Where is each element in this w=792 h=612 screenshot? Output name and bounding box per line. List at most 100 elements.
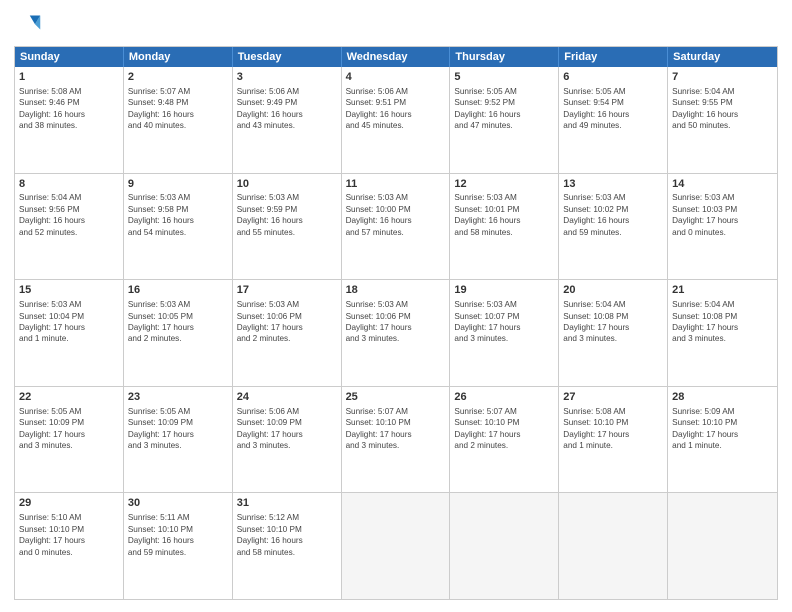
calendar-row-1: 8Sunrise: 5:04 AMSunset: 9:56 PMDaylight… — [15, 173, 777, 280]
cell-text: Sunrise: 5:04 AMSunset: 9:56 PMDaylight:… — [19, 192, 119, 238]
cell-text: Sunrise: 5:04 AMSunset: 10:08 PMDaylight… — [563, 299, 663, 345]
day-number: 28 — [672, 390, 773, 405]
cell-text: Sunrise: 5:06 AMSunset: 10:09 PMDaylight… — [237, 406, 337, 452]
calendar-cell: 14Sunrise: 5:03 AMSunset: 10:03 PMDaylig… — [668, 174, 777, 280]
calendar-cell: 26Sunrise: 5:07 AMSunset: 10:10 PMDaylig… — [450, 387, 559, 493]
cell-text: Sunrise: 5:07 AMSunset: 9:48 PMDaylight:… — [128, 86, 228, 132]
cell-text: Sunrise: 5:04 AMSunset: 10:08 PMDaylight… — [672, 299, 773, 345]
cell-text: Sunrise: 5:08 AMSunset: 10:10 PMDaylight… — [563, 406, 663, 452]
cell-text: Sunrise: 5:05 AMSunset: 10:09 PMDaylight… — [128, 406, 228, 452]
calendar: SundayMondayTuesdayWednesdayThursdayFrid… — [14, 46, 778, 600]
calendar-cell: 11Sunrise: 5:03 AMSunset: 10:00 PMDaylig… — [342, 174, 451, 280]
header — [14, 12, 778, 40]
cell-text: Sunrise: 5:05 AMSunset: 9:54 PMDaylight:… — [563, 86, 663, 132]
day-number: 1 — [19, 70, 119, 85]
cell-text: Sunrise: 5:03 AMSunset: 10:07 PMDaylight… — [454, 299, 554, 345]
day-number: 3 — [237, 70, 337, 85]
calendar-cell: 1Sunrise: 5:08 AMSunset: 9:46 PMDaylight… — [15, 67, 124, 173]
calendar-cell: 15Sunrise: 5:03 AMSunset: 10:04 PMDaylig… — [15, 280, 124, 386]
cell-text: Sunrise: 5:03 AMSunset: 10:03 PMDaylight… — [672, 192, 773, 238]
day-number: 19 — [454, 283, 554, 298]
calendar-cell — [668, 493, 777, 599]
day-number: 6 — [563, 70, 663, 85]
cell-text: Sunrise: 5:03 AMSunset: 10:06 PMDaylight… — [346, 299, 446, 345]
calendar-row-2: 15Sunrise: 5:03 AMSunset: 10:04 PMDaylig… — [15, 279, 777, 386]
calendar-cell: 24Sunrise: 5:06 AMSunset: 10:09 PMDaylig… — [233, 387, 342, 493]
header-day-saturday: Saturday — [668, 47, 777, 67]
calendar-cell: 25Sunrise: 5:07 AMSunset: 10:10 PMDaylig… — [342, 387, 451, 493]
day-number: 10 — [237, 177, 337, 192]
calendar-cell: 28Sunrise: 5:09 AMSunset: 10:10 PMDaylig… — [668, 387, 777, 493]
cell-text: Sunrise: 5:03 AMSunset: 10:00 PMDaylight… — [346, 192, 446, 238]
calendar-cell: 20Sunrise: 5:04 AMSunset: 10:08 PMDaylig… — [559, 280, 668, 386]
cell-text: Sunrise: 5:03 AMSunset: 10:06 PMDaylight… — [237, 299, 337, 345]
day-number: 20 — [563, 283, 663, 298]
cell-text: Sunrise: 5:07 AMSunset: 10:10 PMDaylight… — [454, 406, 554, 452]
day-number: 24 — [237, 390, 337, 405]
calendar-row-3: 22 Sunrise: 5:05 AMSunset: 10:09 PMDaylig… — [15, 386, 777, 493]
calendar-cell: 21Sunrise: 5:04 AMSunset: 10:08 PMDaylig… — [668, 280, 777, 386]
cell-text: Sunrise: 5:10 AMSunset: 10:10 PMDaylight… — [19, 512, 119, 558]
logo — [14, 12, 46, 40]
day-number: 8 — [19, 177, 119, 192]
day-number: 22 — [19, 390, 119, 405]
calendar-header: SundayMondayTuesdayWednesdayThursdayFrid… — [15, 47, 777, 67]
day-number: 17 — [237, 283, 337, 298]
day-number: 29 — [19, 496, 119, 511]
calendar-row-0: 1Sunrise: 5:08 AMSunset: 9:46 PMDaylight… — [15, 67, 777, 173]
cell-text: Sunrise: 5:03 AMSunset: 9:59 PMDaylight:… — [237, 192, 337, 238]
calendar-cell: 30Sunrise: 5:11 AMSunset: 10:10 PMDaylig… — [124, 493, 233, 599]
calendar-cell: 16Sunrise: 5:03 AMSunset: 10:05 PMDaylig… — [124, 280, 233, 386]
calendar-cell — [342, 493, 451, 599]
calendar-cell: 6Sunrise: 5:05 AMSunset: 9:54 PMDaylight… — [559, 67, 668, 173]
calendar-cell: 5Sunrise: 5:05 AMSunset: 9:52 PMDaylight… — [450, 67, 559, 173]
day-number: 5 — [454, 70, 554, 85]
day-number: 31 — [237, 496, 337, 511]
cell-text: Sunrise: 5:03 AMSunset: 9:58 PMDaylight:… — [128, 192, 228, 238]
day-number: 30 — [128, 496, 228, 511]
cell-text: Sunrise: 5:03 AMSunset: 10:04 PMDaylight… — [19, 299, 119, 345]
day-number: 4 — [346, 70, 446, 85]
day-number: 13 — [563, 177, 663, 192]
calendar-cell: 10Sunrise: 5:03 AMSunset: 9:59 PMDayligh… — [233, 174, 342, 280]
day-number: 27 — [563, 390, 663, 405]
cell-text: Sunrise: 5:03 AMSunset: 10:01 PMDaylight… — [454, 192, 554, 238]
calendar-cell: 18Sunrise: 5:03 AMSunset: 10:06 PMDaylig… — [342, 280, 451, 386]
calendar-row-4: 29Sunrise: 5:10 AMSunset: 10:10 PMDaylig… — [15, 492, 777, 599]
cell-text: Sunrise: 5:05 AMSunset: 9:52 PMDaylight:… — [454, 86, 554, 132]
header-day-friday: Friday — [559, 47, 668, 67]
cell-text: Sunrise: 5:03 AMSunset: 10:05 PMDaylight… — [128, 299, 228, 345]
day-number: 12 — [454, 177, 554, 192]
cell-text: Sunrise: 5:12 AMSunset: 10:10 PMDaylight… — [237, 512, 337, 558]
day-number: 7 — [672, 70, 773, 85]
day-number: 25 — [346, 390, 446, 405]
day-number: 15 — [19, 283, 119, 298]
day-number: 21 — [672, 283, 773, 298]
header-day-tuesday: Tuesday — [233, 47, 342, 67]
cell-text: Sunrise: 5:06 AMSunset: 9:49 PMDaylight:… — [237, 86, 337, 132]
calendar-cell: 17Sunrise: 5:03 AMSunset: 10:06 PMDaylig… — [233, 280, 342, 386]
cell-text: Sunrise: 5:03 AMSunset: 10:02 PMDaylight… — [563, 192, 663, 238]
day-number: 23 — [128, 390, 228, 405]
day-number: 9 — [128, 177, 228, 192]
calendar-cell: 3Sunrise: 5:06 AMSunset: 9:49 PMDaylight… — [233, 67, 342, 173]
calendar-cell: 8Sunrise: 5:04 AMSunset: 9:56 PMDaylight… — [15, 174, 124, 280]
calendar-cell: 19Sunrise: 5:03 AMSunset: 10:07 PMDaylig… — [450, 280, 559, 386]
page: SundayMondayTuesdayWednesdayThursdayFrid… — [0, 0, 792, 612]
header-day-wednesday: Wednesday — [342, 47, 451, 67]
logo-icon — [14, 12, 42, 40]
calendar-cell: 9Sunrise: 5:03 AMSunset: 9:58 PMDaylight… — [124, 174, 233, 280]
day-number: 26 — [454, 390, 554, 405]
calendar-cell: 12Sunrise: 5:03 AMSunset: 10:01 PMDaylig… — [450, 174, 559, 280]
header-day-monday: Monday — [124, 47, 233, 67]
cell-text: Sunrise: 5:07 AMSunset: 10:10 PMDaylight… — [346, 406, 446, 452]
cell-text: Sunrise: 5:08 AMSunset: 9:46 PMDaylight:… — [19, 86, 119, 132]
calendar-cell: 4Sunrise: 5:06 AMSunset: 9:51 PMDaylight… — [342, 67, 451, 173]
calendar-cell — [559, 493, 668, 599]
calendar-cell: 29Sunrise: 5:10 AMSunset: 10:10 PMDaylig… — [15, 493, 124, 599]
calendar-cell: 2Sunrise: 5:07 AMSunset: 9:48 PMDaylight… — [124, 67, 233, 173]
header-day-thursday: Thursday — [450, 47, 559, 67]
calendar-cell — [450, 493, 559, 599]
day-number: 2 — [128, 70, 228, 85]
calendar-cell: 13Sunrise: 5:03 AMSunset: 10:02 PMDaylig… — [559, 174, 668, 280]
